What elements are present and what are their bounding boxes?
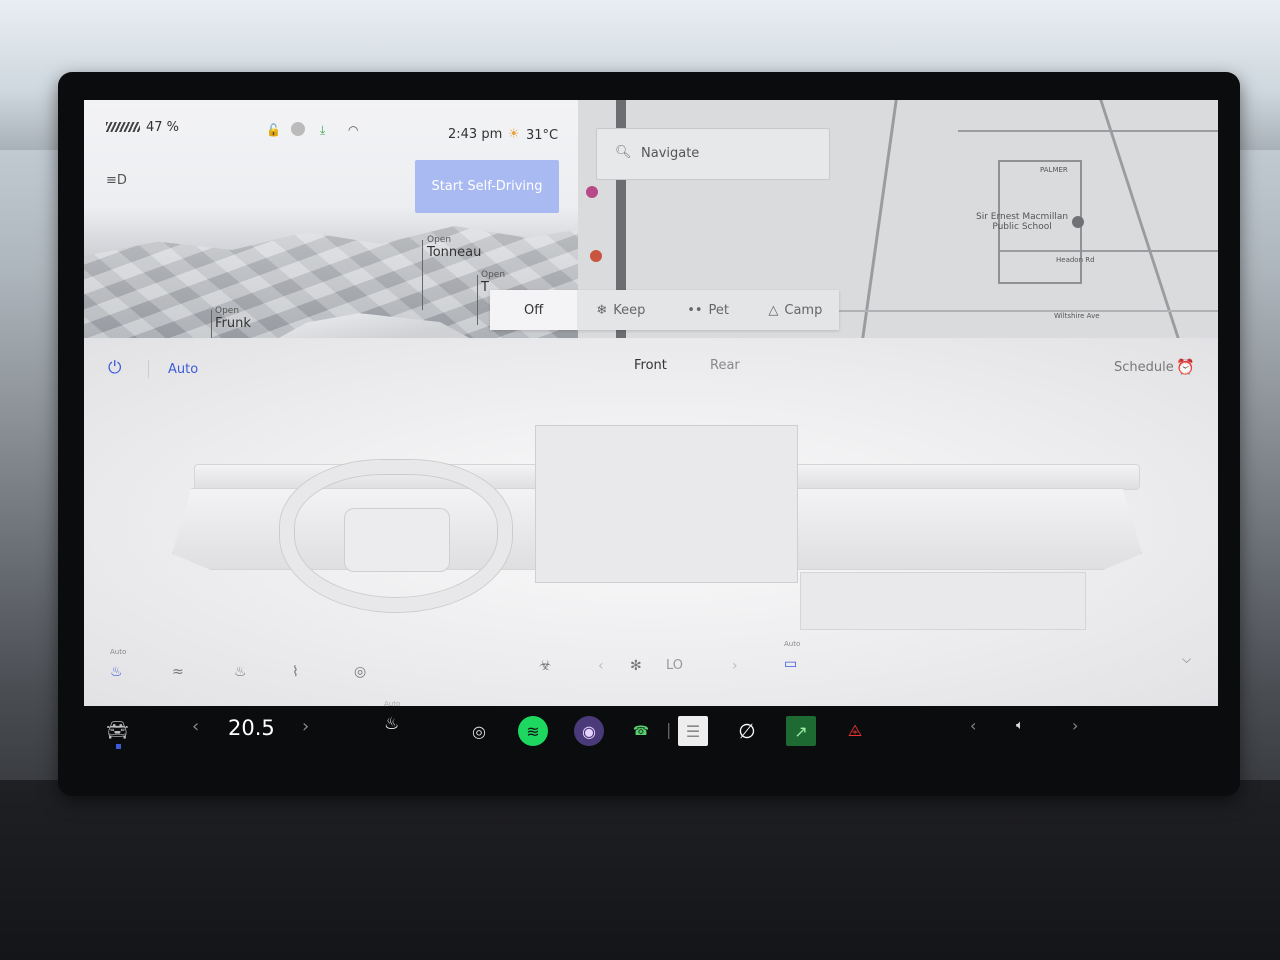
steering-hub xyxy=(344,508,450,572)
tonneau-label[interactable]: Open Tonneau xyxy=(427,235,481,260)
rear-defrost-icon[interactable]: ≈ xyxy=(172,664,184,680)
volume-down-chevron-icon[interactable]: ‹ xyxy=(970,716,976,735)
mode-keep-label: Keep xyxy=(613,302,646,318)
schedule-button[interactable]: Schedule xyxy=(1114,360,1174,375)
temp-up-chevron-icon[interactable]: › xyxy=(302,716,309,737)
climate-panel: ⏻ Auto Front Rear Schedule ⏰ Auto ♨ ≈ ♨ … xyxy=(84,338,1218,706)
frunk-text: Frunk xyxy=(215,316,251,331)
poi-pin-icon[interactable] xyxy=(586,186,598,198)
glovebox xyxy=(800,572,1086,630)
search-icon: 🔍︎ xyxy=(615,145,632,160)
restaurant-pin-icon[interactable] xyxy=(590,250,602,262)
tailgate-state: Open xyxy=(481,270,506,280)
toybox-joystick-icon[interactable]: ⨹ xyxy=(840,716,870,746)
no-signal-icon[interactable]: ∅ xyxy=(732,716,762,746)
tailgate-text: T xyxy=(481,280,489,295)
navigate-search-box[interactable]: 🔍︎ Navigate xyxy=(596,128,830,180)
mode-camp[interactable]: △ Camp xyxy=(752,290,839,330)
navigate-placeholder: Navigate xyxy=(641,146,700,161)
map-road xyxy=(861,100,898,338)
keep-icon: ❄ xyxy=(596,302,608,318)
alarm-clock-icon[interactable]: ⏰ xyxy=(1176,358,1195,376)
clock: 2:43 pm xyxy=(448,127,503,142)
fan-decrease-chevron-icon[interactable]: ‹ xyxy=(598,658,604,674)
mode-off-label: Off xyxy=(524,302,544,318)
start-self-driving-button[interactable]: Start Self-Driving xyxy=(415,160,559,213)
energy-app-icon[interactable]: ↗ xyxy=(786,716,816,746)
steering-heat-icon[interactable]: ♨ xyxy=(234,664,247,680)
seat-heater-icon[interactable]: ♨ xyxy=(384,714,399,734)
mode-off[interactable]: Off xyxy=(490,290,578,330)
mode-pet[interactable]: •• Pet xyxy=(665,290,752,330)
tonneau-pointer xyxy=(422,240,423,310)
fan-level: LO xyxy=(666,658,684,673)
phone-bluetooth-icon[interactable]: ☎ xyxy=(626,716,656,746)
map-road xyxy=(1099,100,1180,338)
climate-keep-mode-bar: Off ❄ Keep •• Pet △ Camp xyxy=(490,290,839,330)
battery-icon xyxy=(106,122,140,132)
background-dashboard xyxy=(0,780,1280,960)
climate-auto-button[interactable]: Auto xyxy=(168,362,198,377)
climate-power-icon[interactable]: ⏻ xyxy=(108,358,121,378)
map-road xyxy=(958,130,1218,132)
mode-pet-label: Pet xyxy=(708,302,730,318)
school-pin-icon[interactable] xyxy=(1072,216,1084,228)
defrost-auto-label: Auto xyxy=(784,640,801,648)
seat-cool-icon[interactable]: ⌇ xyxy=(292,664,299,680)
frunk-label[interactable]: Open Frunk xyxy=(215,306,251,331)
center-display-model xyxy=(535,425,798,583)
spotify-icon[interactable]: ≋ xyxy=(518,716,548,746)
tonneau-text: Tonneau xyxy=(427,245,482,260)
volume-up-chevron-icon[interactable]: › xyxy=(1072,716,1078,735)
profile-icon[interactable] xyxy=(291,122,305,136)
seat-heat-icon[interactable]: ♨ xyxy=(110,664,123,680)
touchscreen: 47 % 🔓 ⤓ ◠ 2:43 pm ☀ 31°C ≡D Start Self-… xyxy=(84,100,1218,706)
car-icon[interactable]: 🚘︎ xyxy=(106,720,129,741)
download-icon[interactable]: ⤓ xyxy=(320,124,325,136)
notes-app-icon[interactable]: ☰ xyxy=(678,716,708,746)
lock-icon[interactable]: 🔓 xyxy=(266,124,281,136)
headlight-icon[interactable]: ≡D xyxy=(106,174,127,187)
tonneau-state: Open xyxy=(427,235,452,245)
wheel-heat-icon[interactable]: ◎ xyxy=(354,664,366,680)
mode-camp-label: Camp xyxy=(784,302,823,318)
taskbar: 🚘︎ ‹ 20.5 › Auto ♨ ◎ ≋ ◉ ☎ | ☰ ∅ ↗ ⨹ ‹ 🔈… xyxy=(84,700,1218,764)
paw-icon: •• xyxy=(687,302,703,318)
street-wiltshire: Wiltshire Ave xyxy=(1054,312,1100,320)
steering-wheel-icon[interactable]: ◎ xyxy=(464,716,494,746)
cabin-temperature[interactable]: 20.5 xyxy=(228,716,275,740)
fan-increase-chevron-icon[interactable]: › xyxy=(732,658,738,674)
front-defrost-icon[interactable]: ▭ xyxy=(784,656,797,672)
temp-down-chevron-icon[interactable]: ‹ xyxy=(192,716,199,737)
volume-icon[interactable]: 🔈︎ xyxy=(1016,718,1024,733)
taskbar-divider: | xyxy=(666,720,672,739)
wifi-icon[interactable]: ◠ xyxy=(348,124,358,136)
frunk-state: Open xyxy=(215,306,240,316)
sun-icon: ☀ xyxy=(508,127,520,142)
fan-icon: ✻ xyxy=(630,658,642,674)
school-label: Sir Ernest Macmillan Public School xyxy=(976,212,1069,232)
air-recirculation-icon[interactable]: ☣ xyxy=(539,658,552,674)
camera-app-icon[interactable]: ◉ xyxy=(574,716,604,746)
mode-keep[interactable]: ❄ Keep xyxy=(577,290,664,330)
tab-rear[interactable]: Rear xyxy=(710,358,740,373)
frunk-pointer xyxy=(211,310,212,338)
seat-auto-label: Auto xyxy=(384,700,401,708)
tab-front[interactable]: Front xyxy=(634,358,667,373)
passenger-seat-icon[interactable]: ⌵ xyxy=(1182,652,1191,667)
battery-percent: 47 % xyxy=(146,120,180,135)
street-headon: Headon Rd xyxy=(1056,256,1095,264)
seat-heat-auto-label: Auto xyxy=(110,648,127,656)
outside-temperature: 31°C xyxy=(526,128,559,143)
tent-icon: △ xyxy=(768,302,779,318)
car-indicator-dot xyxy=(116,744,121,749)
tailgate-pointer xyxy=(477,275,478,325)
street-palmer: PALMER xyxy=(1040,166,1068,174)
divider xyxy=(148,360,149,378)
